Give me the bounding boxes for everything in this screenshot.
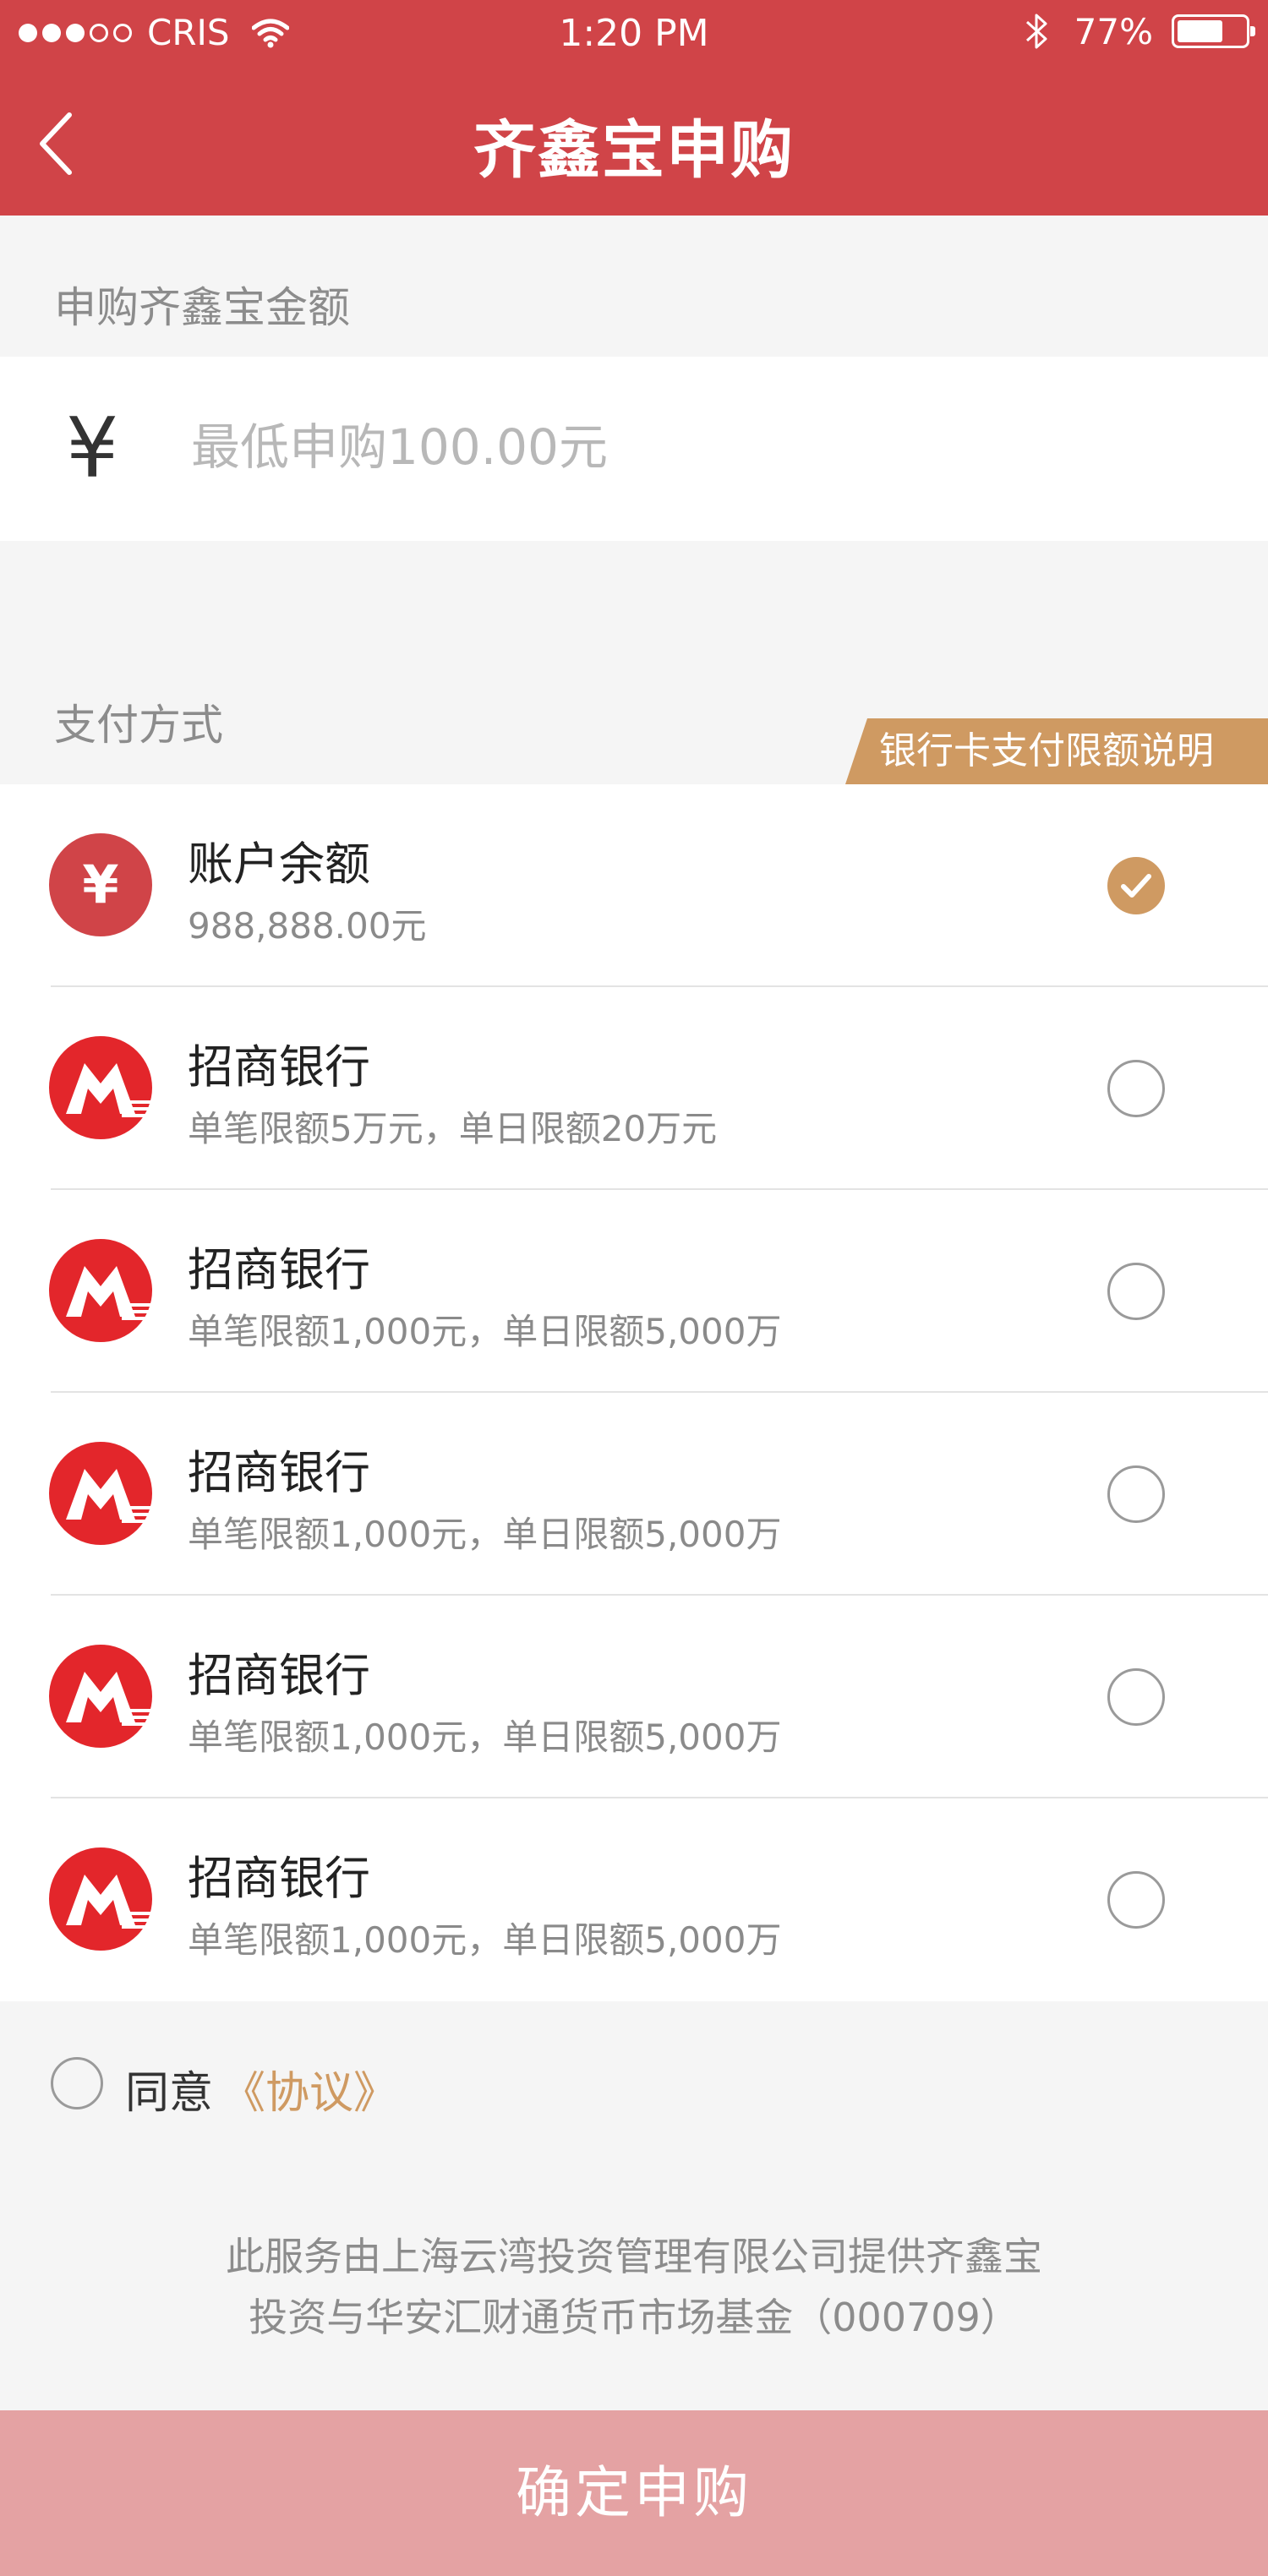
amount-input[interactable]: [189, 404, 1207, 490]
confirm-purchase-button[interactable]: 确定申购: [0, 2410, 1268, 2576]
battery-icon: [1172, 14, 1255, 48]
cmb-bank-logo-icon: [49, 1645, 152, 1748]
payment-option-bank[interactable]: 招商银行 单笔限额1,000元，单日限额5,000万: [0, 1798, 1268, 2001]
bank-limit-info-tag[interactable]: 银行卡支付限额说明: [845, 718, 1268, 784]
battery-percent: 77%: [1074, 10, 1153, 52]
payment-option-name: 招商银行: [188, 1852, 370, 1905]
cmb-bank-logo-icon: [49, 1036, 152, 1139]
yen-currency-symbol: ¥: [66, 401, 119, 497]
payment-option-bank[interactable]: 招商银行 单笔限额1,000元，单日限额5,000万: [0, 1190, 1268, 1393]
agreement-checkbox[interactable]: [51, 2057, 103, 2109]
payment-option-desc: 单笔限额1,000元，单日限额5,000万: [188, 1919, 782, 1961]
yen-icon: ¥: [49, 833, 152, 936]
amount-input-row: ¥: [0, 357, 1268, 541]
radio-unselected[interactable]: [1107, 1060, 1165, 1117]
payment-option-bank[interactable]: 招商银行 单笔限额1,000元，单日限额5,000万: [0, 1393, 1268, 1596]
top-header: CRIS 1:20 PM 77% 齐鑫宝申购: [0, 0, 1268, 216]
status-right: 77%: [1024, 10, 1255, 52]
payment-option-desc: 988,888.00元: [188, 905, 427, 947]
page-title: 齐鑫宝申购: [473, 114, 795, 187]
cmb-bank-logo-icon: [49, 1239, 152, 1342]
status-bar: CRIS 1:20 PM 77%: [0, 0, 1268, 68]
bluetooth-icon: [1025, 14, 1047, 49]
svg-text:¥: ¥: [82, 854, 118, 915]
service-note-line1: 此服务由上海云湾投资管理有限公司提供齐鑫宝: [226, 2234, 1042, 2279]
payment-option-bank[interactable]: 招商银行 单笔限额5万元，单日限额20万元: [0, 987, 1268, 1190]
payment-option-name: 招商银行: [188, 1243, 370, 1296]
payment-option-name: 招商银行: [188, 1446, 370, 1499]
payment-option-desc: 单笔限额1,000元，单日限额5,000万: [188, 1514, 782, 1555]
payment-option-bank[interactable]: 招商银行 单笔限额1,000元，单日限额5,000万: [0, 1596, 1268, 1798]
payment-option-name: 账户余额: [188, 838, 370, 891]
payment-option-desc: 单笔限额1,000元，单日限额5,000万: [188, 1716, 782, 1758]
radio-selected[interactable]: [1107, 857, 1165, 914]
payment-method-list: ¥ 账户余额 988,888.00元 招商银行 单笔限额5万元，单日限额20万元: [0, 784, 1268, 2001]
agreement-link[interactable]: 《协议》: [221, 2057, 397, 2120]
payment-option-desc: 单笔限额5万元，单日限额20万元: [188, 1108, 718, 1149]
radio-unselected[interactable]: [1107, 1871, 1165, 1929]
cmb-bank-logo-icon: [49, 1847, 152, 1951]
payment-section-label: 支付方式: [54, 701, 223, 750]
payment-option-account-balance[interactable]: ¥ 账户余额 988,888.00元: [0, 784, 1268, 987]
amount-section-label: 申购齐鑫宝金额: [54, 283, 350, 332]
payment-option-name: 招商银行: [188, 1649, 370, 1702]
radio-unselected[interactable]: [1107, 1465, 1165, 1523]
checkmark-icon: [1121, 874, 1151, 898]
cmb-bank-logo-icon: [49, 1442, 152, 1545]
payment-option-desc: 单笔限额1,000元，单日限额5,000万: [188, 1311, 782, 1352]
radio-unselected[interactable]: [1107, 1668, 1165, 1726]
agreement-row: 同意 《协议》: [0, 2045, 1268, 2121]
radio-unselected[interactable]: [1107, 1263, 1165, 1320]
service-note-line2: 投资与华安汇财通货币市场基金（000709）: [249, 2295, 1019, 2340]
agreement-label: 同意: [125, 2068, 214, 2119]
payment-option-name: 招商银行: [188, 1040, 370, 1094]
